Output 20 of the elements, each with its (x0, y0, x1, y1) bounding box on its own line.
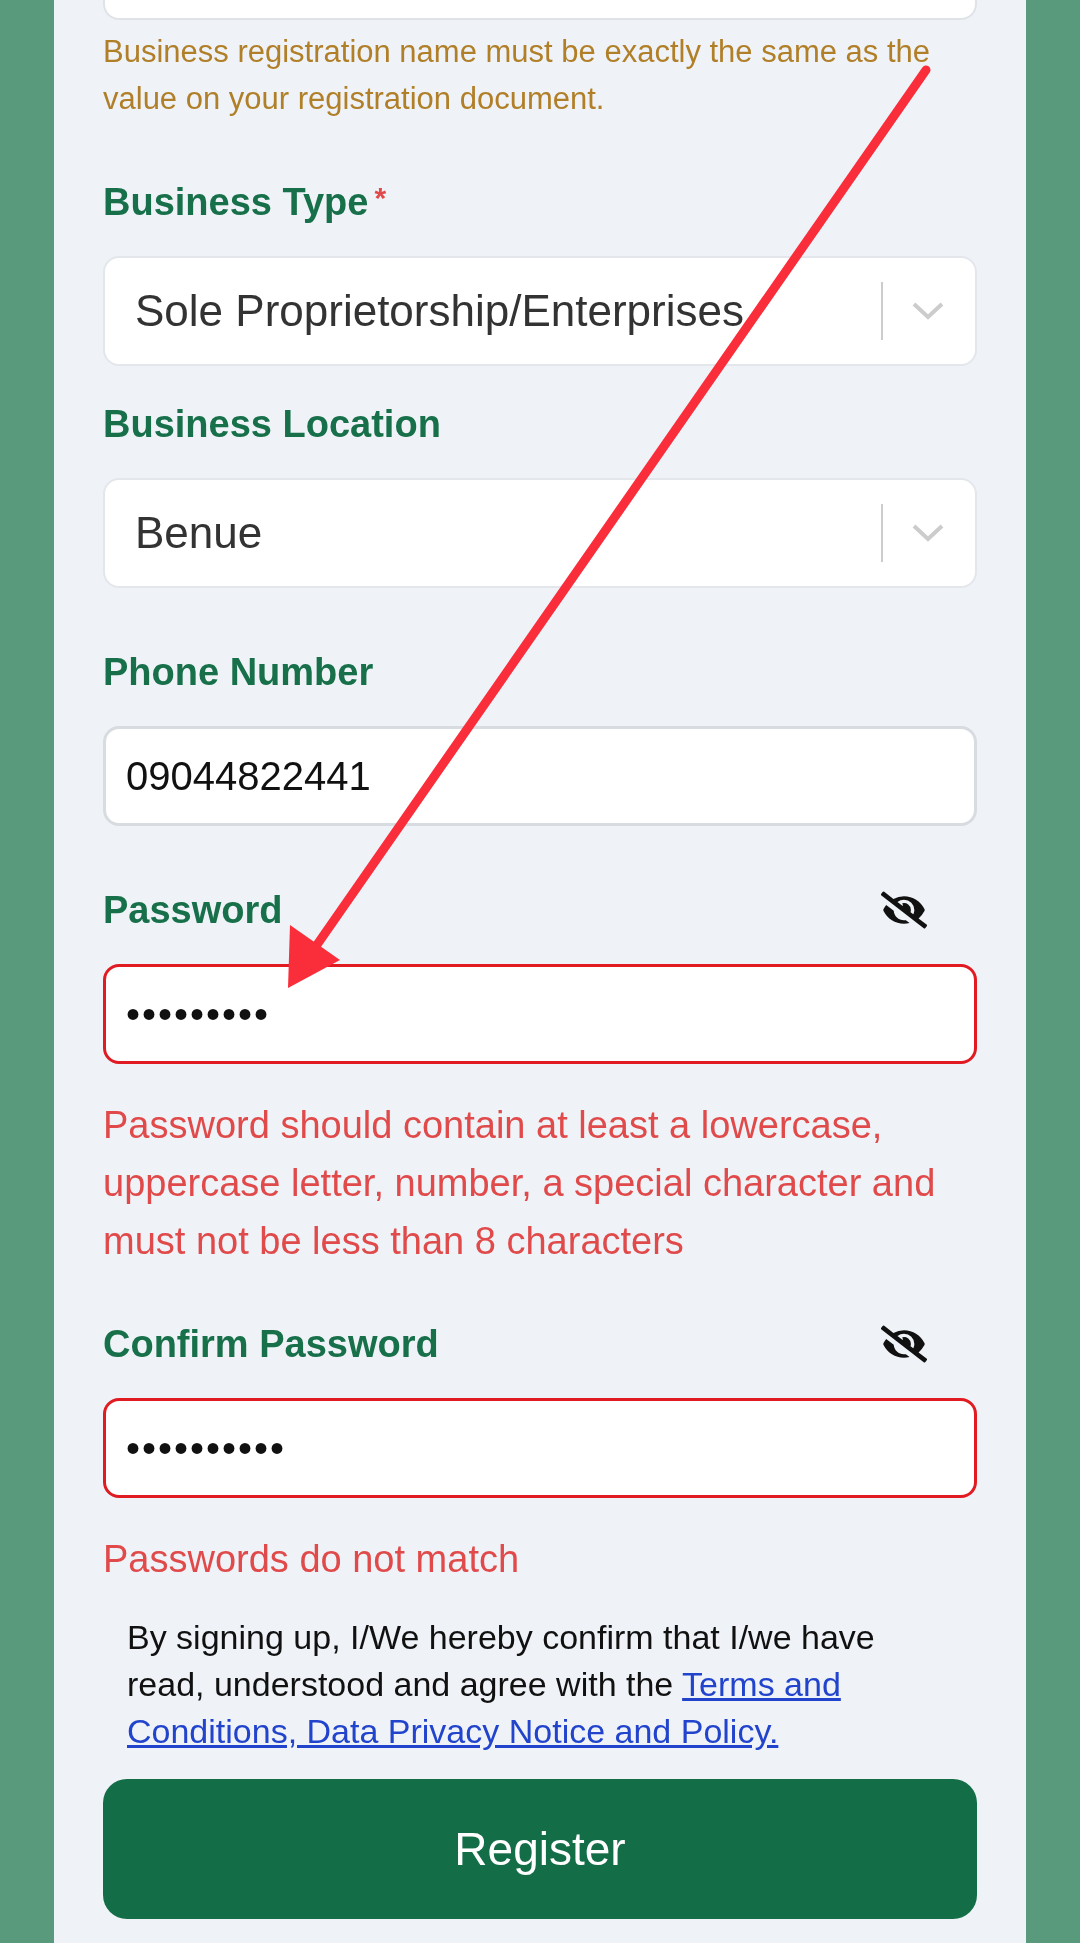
register-button[interactable]: Register (103, 1779, 977, 1919)
input-field[interactable]: 09044822441 (103, 726, 977, 826)
field-label: Phone Number (103, 650, 374, 694)
field-label: Business Location (103, 402, 441, 446)
hint-text: Business registration name must be exactly the same as the value on your registration document. (103, 33, 932, 118)
error-text: Password should contain at least a lowercase, uppercase letter, number, a special character and must not be less than 8 characters (103, 1103, 937, 1264)
error-text: Passwords do not match (103, 1537, 521, 1582)
terms-link[interactable]: Terms and (682, 1665, 841, 1703)
chevron-down-icon (911, 301, 945, 321)
field-label: Business Type* (103, 180, 387, 224)
terms-link[interactable]: Conditions, Data Privacy Notice and Policy. (127, 1712, 779, 1750)
password-field[interactable]: ••••••••• (103, 964, 977, 1064)
select-field[interactable]: Benue (103, 478, 977, 588)
consent-text: By signing up, I/We hereby confirm that I/we have read, understood and agree with the Terms and Conditions, Data Privacy Notice and Policy. (126, 1617, 876, 1752)
field-label: Password (103, 888, 283, 932)
select-field[interactable]: Sole Proprietorship/Enterprises (103, 256, 977, 366)
input-field[interactable] (103, 0, 977, 20)
chevron-down-icon (911, 523, 945, 543)
field-label: Confirm Password (103, 1322, 439, 1366)
password-field[interactable]: •••••••••• (103, 1398, 977, 1498)
